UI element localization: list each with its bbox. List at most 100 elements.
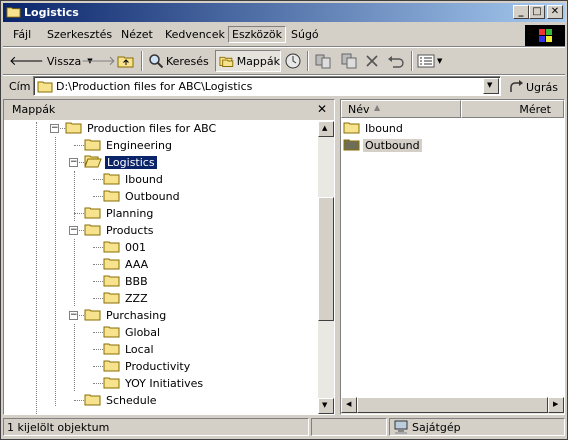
menu-help[interactable]: Súgó: [291, 28, 319, 41]
folder-icon: [84, 137, 101, 154]
column-size-label: Méret: [519, 103, 551, 116]
menu-favorites[interactable]: Kedvencek: [165, 28, 225, 41]
tree-expander[interactable]: −: [69, 226, 78, 235]
views-button[interactable]: ▼: [417, 50, 442, 72]
folder-icon: [84, 222, 101, 239]
tree-item-label: Engineering: [106, 139, 172, 152]
chevron-up-icon: ▲: [322, 124, 328, 132]
close-button[interactable]: ✕: [547, 5, 563, 19]
search-button[interactable]: Keresés: [148, 50, 209, 72]
column-header-size[interactable]: Méret: [461, 100, 564, 118]
toolbar-separator: [411, 51, 413, 71]
address-bar: Cím D:\Production files for ABC\Logistic…: [3, 75, 565, 99]
tree-item[interactable]: Logistics: [84, 154, 158, 171]
folder-icon: [103, 256, 120, 273]
file-list-item-label: Ibound: [365, 122, 403, 135]
copy-to-icon: [341, 53, 357, 69]
folder-icon: [103, 239, 120, 256]
tree-item[interactable]: AAA: [103, 256, 150, 273]
folder-icon: [84, 205, 101, 222]
status-empty-panel: [311, 418, 387, 436]
scroll-left-button[interactable]: ◀: [341, 397, 357, 413]
tree-item[interactable]: 001: [103, 239, 148, 256]
tree-line: [93, 366, 103, 367]
undo-button[interactable]: [387, 50, 405, 72]
menu-view[interactable]: Nézet: [121, 28, 153, 41]
scroll-right-button[interactable]: ▶: [548, 397, 564, 413]
move-to-button[interactable]: [315, 50, 331, 72]
tree-item-label: Planning: [106, 207, 154, 220]
chevron-down-icon: ▼: [322, 401, 328, 409]
up-folder-icon: [117, 56, 134, 68]
tree-expander[interactable]: −: [50, 124, 59, 133]
tree-item[interactable]: Schedule: [84, 392, 159, 409]
copy-to-button[interactable]: [341, 50, 357, 72]
scroll-thumb[interactable]: [357, 397, 548, 413]
tree-line: [93, 264, 103, 265]
tree-item[interactable]: ZZZ: [103, 290, 150, 307]
tree-line: [74, 239, 75, 306]
address-dropdown-button[interactable]: ▼: [483, 78, 499, 94]
file-list-item[interactable]: Outbound: [343, 137, 422, 154]
folder-icon: [103, 358, 120, 375]
go-arrow-icon: [510, 80, 523, 92]
tree-item[interactable]: Local: [103, 341, 156, 358]
menu-bar: Fájl Szerkesztés Nézet Kedvencek Eszközö…: [3, 24, 523, 46]
folders-icon: [219, 56, 234, 67]
folder-icon: [103, 188, 120, 205]
menu-file[interactable]: Fájl: [13, 28, 31, 41]
back-label: Vissza: [46, 54, 82, 68]
open-folder-icon: [84, 154, 102, 171]
tree-item[interactable]: Purchasing: [84, 307, 168, 324]
tree-item[interactable]: Production files for ABC: [65, 122, 218, 137]
folder-icon: [103, 290, 120, 307]
status-selection: 1 kijelölt objektum: [3, 418, 309, 436]
close-pane-button[interactable]: ✕: [317, 102, 327, 116]
go-button[interactable]: Ugrás: [509, 76, 558, 98]
maximize-button[interactable]: □: [529, 5, 545, 19]
toolbar-separator: [307, 51, 309, 71]
folder-icon: [103, 324, 120, 341]
file-list-item[interactable]: Ibound: [343, 120, 405, 137]
address-input[interactable]: D:\Production files for ABC\Logistics ▼: [33, 76, 501, 96]
column-header-name[interactable]: Név ▲: [341, 100, 461, 118]
tree-item[interactable]: Products: [84, 222, 156, 239]
column-name-label: Név: [348, 103, 370, 116]
menu-tools[interactable]: Eszközök: [228, 26, 287, 43]
folder-icon: [37, 81, 53, 93]
tree-item[interactable]: Ibound: [103, 171, 165, 188]
contents-pane: Név ▲ Méret Ibound Outbound ◀ ▶: [340, 99, 565, 415]
search-icon: [149, 54, 164, 69]
scroll-thumb[interactable]: [318, 197, 334, 321]
tree-item[interactable]: YOY Initiatives: [103, 375, 205, 392]
tree-item[interactable]: Planning: [84, 205, 155, 222]
folders-pane-title: Mappák: [12, 103, 56, 116]
tree-item[interactable]: BBB: [103, 273, 150, 290]
tree-item-label: AAA: [125, 258, 149, 271]
tree-expander[interactable]: −: [69, 158, 78, 167]
folder-icon: [103, 171, 120, 188]
minimize-button[interactable]: _: [513, 5, 529, 19]
folder-icon: [103, 273, 120, 290]
folders-button[interactable]: Mappák: [215, 50, 281, 72]
history-button[interactable]: [284, 50, 302, 72]
scroll-down-button[interactable]: ▼: [318, 398, 334, 414]
tree-scrollbar[interactable]: ▲ ▼: [318, 121, 334, 414]
contents-scrollbar[interactable]: ◀ ▶: [341, 397, 564, 414]
status-bar: 1 kijelölt objektum Sajátgép: [3, 417, 565, 437]
menu-edit[interactable]: Szerkesztés: [47, 28, 112, 41]
scroll-up-button[interactable]: ▲: [318, 121, 334, 137]
tree-expander[interactable]: −: [69, 311, 78, 320]
tree-item[interactable]: Productivity: [103, 358, 192, 375]
tree-line: [74, 145, 84, 146]
window-title: Logistics: [24, 6, 79, 19]
folder-tree: − Production files for ABC Engineering − Log…: [4, 122, 318, 414]
title-bar[interactable]: Logistics _ □ ✕: [3, 3, 565, 22]
tree-item[interactable]: Engineering: [84, 137, 174, 154]
tree-item[interactable]: Global: [103, 324, 162, 341]
delete-button[interactable]: [365, 50, 379, 72]
tree-item[interactable]: Outbound: [103, 188, 182, 205]
chevron-down-icon: ▼: [437, 57, 443, 65]
status-text: 1 kijelölt objektum: [7, 421, 110, 434]
up-folder-button[interactable]: [117, 50, 135, 72]
